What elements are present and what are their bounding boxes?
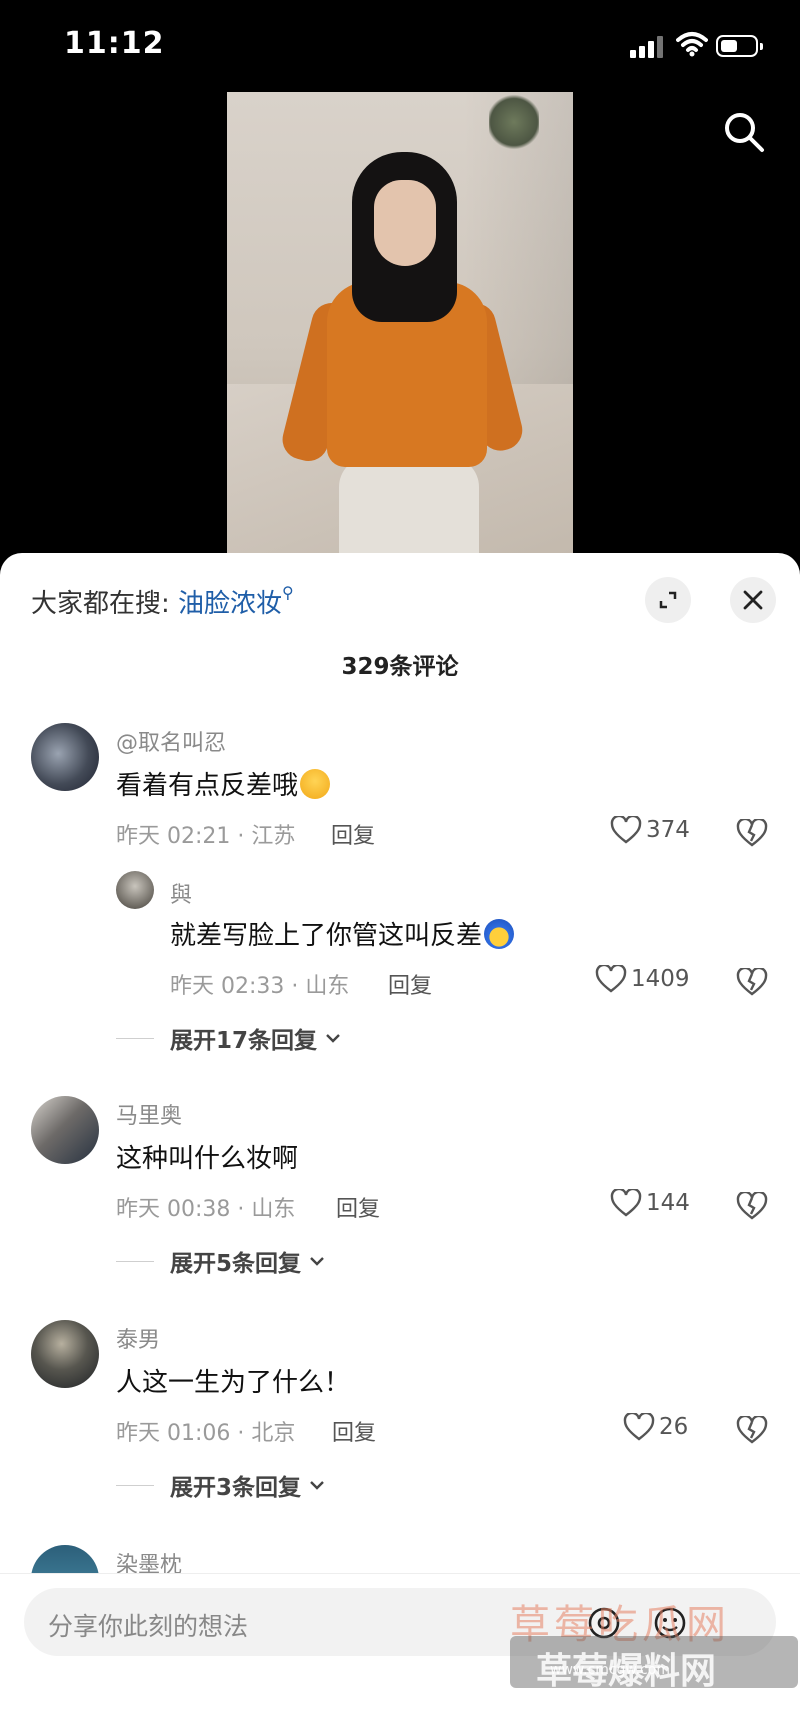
avatar[interactable] xyxy=(116,871,154,909)
chevron-down-icon xyxy=(326,1034,340,1043)
reply-button[interactable]: 回复 xyxy=(331,818,375,850)
like-count: 374 xyxy=(646,817,690,843)
comment-meta: 昨天 01:06 · 北京 xyxy=(116,1421,296,1446)
video-player[interactable] xyxy=(227,92,573,554)
watermark: 草莓吃瓜网 草莓爆料网 www.cmcgw.com xyxy=(510,1592,800,1702)
heart-icon xyxy=(610,816,642,844)
avatar[interactable] xyxy=(31,1320,99,1388)
like-button[interactable]: 144 xyxy=(610,1189,690,1217)
comment-username[interactable]: 马里奥 xyxy=(116,1098,182,1130)
avatar[interactable] xyxy=(31,723,99,791)
expand-replies-button[interactable]: 展开17条回复 xyxy=(116,1021,343,1055)
heart-icon xyxy=(595,965,627,993)
comment-username[interactable]: @取名叫忍 xyxy=(116,725,226,757)
like-count: 26 xyxy=(659,1414,689,1440)
reply-button[interactable]: 回复 xyxy=(388,968,432,1000)
cellular-signal-icon xyxy=(630,36,664,58)
comment-meta: 昨天 00:38 · 山东 xyxy=(116,1197,296,1222)
search-small-icon: ⚲ xyxy=(282,583,294,602)
hot-search-prefix: 大家都在搜: xyxy=(31,589,170,619)
reply-button[interactable]: 回复 xyxy=(336,1191,380,1223)
emoji-sweat-icon xyxy=(484,919,515,949)
comment-input-placeholder: 分享你此刻的想法 xyxy=(48,1612,249,1641)
like-button[interactable]: 374 xyxy=(610,816,690,844)
chevron-down-icon xyxy=(310,1481,324,1490)
comment-count: 329条评论 xyxy=(341,654,459,680)
expand-replies-button[interactable]: 展开5条回复 xyxy=(116,1244,327,1278)
like-button[interactable]: 1409 xyxy=(595,965,690,993)
heart-icon xyxy=(623,1413,655,1441)
hot-search[interactable]: 大家都在搜: 油脸浓妆⚲ xyxy=(31,583,294,620)
comment-text: 看着有点反差哦 xyxy=(116,765,331,802)
reply-text: 就差写脸上了你管这叫反差 xyxy=(170,915,515,952)
status-time: 11:12 xyxy=(64,26,165,61)
expand-icon xyxy=(659,591,677,609)
dislike-broken-heart-icon[interactable] xyxy=(736,819,768,847)
like-count: 144 xyxy=(646,1190,690,1216)
watermark-url: www.cmcgw.com xyxy=(550,1662,670,1678)
battery-icon xyxy=(716,35,763,57)
dislike-broken-heart-icon[interactable] xyxy=(736,1192,768,1220)
reply-meta: 昨天 02:33 · 山东 xyxy=(170,974,350,999)
close-button[interactable] xyxy=(730,577,776,623)
comment-text: 人这一生为了什么！ xyxy=(116,1368,351,1398)
comment-sheet: 大家都在搜: 油脸浓妆⚲ 329条评论 @取名叫忍 看着有点反差哦 昨天 02:… xyxy=(0,553,800,1731)
emoji-shocked-icon xyxy=(300,769,331,799)
wifi-icon xyxy=(676,32,708,57)
heart-icon xyxy=(610,1189,642,1217)
dislike-broken-heart-icon[interactable] xyxy=(736,968,768,996)
chevron-down-icon xyxy=(310,1257,324,1266)
comment-meta: 昨天 02:21 · 江苏 xyxy=(116,824,296,849)
reply-button[interactable]: 回复 xyxy=(332,1415,376,1447)
dislike-broken-heart-icon[interactable] xyxy=(736,1416,768,1444)
status-bar: 11:12 xyxy=(0,0,800,92)
reply-username[interactable]: 與 xyxy=(170,877,192,909)
hot-search-term[interactable]: 油脸浓妆 xyxy=(178,589,282,619)
comment-text: 这种叫什么妆啊 xyxy=(116,1144,299,1174)
expand-replies-button[interactable]: 展开3条回复 xyxy=(116,1468,327,1502)
like-button[interactable]: 26 xyxy=(623,1413,688,1441)
avatar[interactable] xyxy=(31,1096,99,1164)
expand-sheet-button[interactable] xyxy=(645,577,691,623)
like-count: 1409 xyxy=(631,966,690,992)
close-icon xyxy=(743,590,763,610)
plant-decoration xyxy=(489,92,539,152)
comment-username[interactable]: 泰男 xyxy=(116,1322,160,1354)
search-icon[interactable] xyxy=(722,110,766,154)
